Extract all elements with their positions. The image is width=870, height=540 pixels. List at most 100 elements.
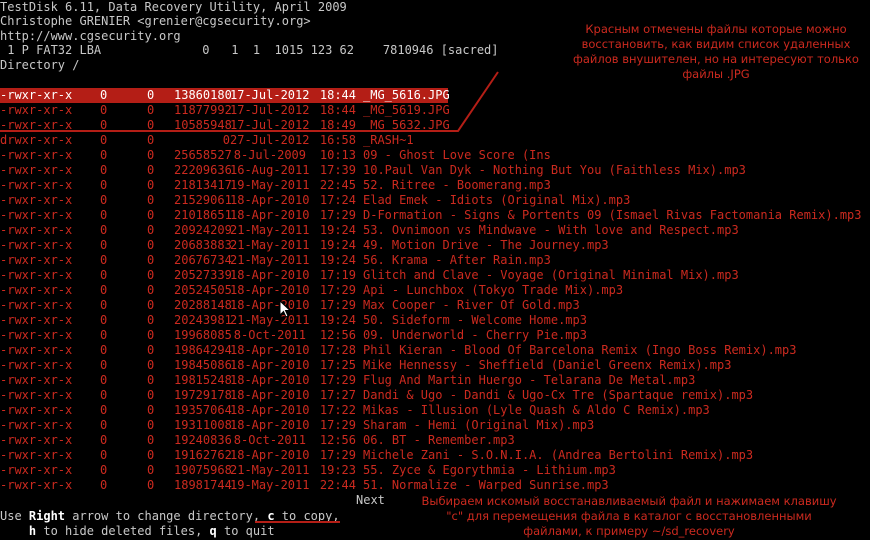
file-perm: -rwxr-xr-x (0, 193, 73, 207)
file-uid: 0 (100, 118, 108, 132)
help-text: to copy, (274, 509, 340, 523)
file-gid: 0 (147, 268, 155, 282)
file-row[interactable]: -rwxr-xr-x 0 0 13860180 17-Jul-2012 18:44 _MG_… (0, 88, 450, 103)
file-uid: 0 (100, 403, 108, 417)
file-uid: 0 (100, 358, 108, 372)
file-gid: 0 (147, 478, 155, 492)
app-title: TestDisk 6.11, Data Recovery Utility, Ap… (0, 0, 347, 14)
file-perm: -rwxr-xr-x (0, 103, 73, 117)
file-name: 09. Underworld - Cherry Pie.mp3 (363, 328, 587, 342)
file-name: Mike Hennessy - Sheffield (Daniel Greenx… (363, 358, 732, 372)
file-size: 19864294 (174, 343, 232, 357)
file-time: 17:24 (319, 193, 356, 207)
next-page-link[interactable]: Next (356, 493, 385, 508)
file-size: 19357064 (174, 403, 232, 417)
file-date: 18-Apr-2010 (230, 283, 310, 297)
file-name: Mikas - Illusion (Lyle Quash & Aldo C Re… (363, 403, 710, 417)
file-name: Sharam - Hemi (Original Mix).mp3 (363, 418, 595, 432)
file-date: 18-Apr-2010 (230, 343, 310, 357)
file-size: 21813417 (174, 178, 232, 192)
file-size: 19815248 (174, 373, 232, 387)
file-date: 17-Jul-2012 (230, 103, 310, 117)
file-date: 19-May-2011 (230, 478, 310, 492)
file-name: 51. Normalize - Warped Sunrise.mp3 (363, 478, 609, 492)
file-date: 18-Apr-2010 (230, 298, 310, 312)
file-date: 18-Apr-2010 (230, 418, 310, 432)
file-perm: -rwxr-xr-x (0, 178, 73, 192)
file-date: 17-Jul-2012 (230, 118, 310, 132)
file-date: 8-Oct-2011 (233, 328, 306, 342)
file-size: 13860180 (174, 88, 232, 102)
mouse-pointer-icon (279, 300, 291, 318)
file-perm: -rwxr-xr-x (0, 88, 73, 102)
file-size: 0 (222, 133, 230, 147)
file-name: 52. Ritree - Boomerang.mp3 (363, 178, 551, 192)
file-date: 18-Apr-2010 (230, 448, 310, 462)
file-name: Dandi & Ugo - Dandi & Ugo-Cx Tre (Sparta… (363, 388, 754, 402)
file-time: 18:49 (319, 118, 356, 132)
file-name: Flug And Martin Huergo - Telarana De Met… (363, 373, 696, 387)
file-uid: 0 (100, 208, 108, 222)
file-time: 17:22 (319, 403, 356, 417)
help-line-2: h to hide deleted files, q to quit (0, 524, 275, 539)
file-date: 18-Apr-2010 (230, 358, 310, 372)
key-copy: c (267, 509, 275, 523)
file-size: 19729178 (174, 388, 232, 402)
file-gid: 0 (147, 373, 155, 387)
file-date: 18-Apr-2010 (230, 388, 310, 402)
file-time: 17:27 (319, 388, 356, 402)
file-date: 8-Jul-2009 (233, 148, 306, 162)
annotation-bottom: Выбираем искомый восстанавливаемый файл … (421, 494, 837, 538)
file-uid: 0 (100, 103, 108, 117)
file-time: 17:19 (319, 268, 356, 282)
file-perm: -rwxr-xr-x (0, 148, 73, 162)
file-time: 17:25 (319, 358, 356, 372)
file-uid: 0 (100, 163, 108, 177)
file-size: 19162762 (174, 448, 232, 462)
file-time: 22:44 (319, 478, 356, 492)
file-name: _MG_5616.JPG (363, 88, 450, 102)
file-time: 17:29 (319, 298, 356, 312)
key-right: Right (28, 509, 66, 523)
file-time: 17:29 (319, 373, 356, 387)
file-name: 09 - Ghost Love Score (Ins (363, 148, 551, 162)
file-gid: 0 (147, 463, 155, 477)
file-name: 55. Zyce & Egorythmia - Lithium.mp3 (363, 463, 616, 477)
file-name: Max Cooper - River Of Gold.mp3 (363, 298, 580, 312)
file-gid: 0 (147, 133, 155, 147)
file-time: 19:24 (319, 313, 356, 327)
file-size: 11877992 (174, 103, 232, 117)
file-perm: drwxr-xr-x (0, 133, 73, 147)
file-perm: -rwxr-xr-x (0, 253, 73, 267)
file-date: 8-Oct-2011 (233, 433, 306, 447)
file-size: 19075968 (174, 463, 232, 477)
file-gid: 0 (147, 238, 155, 252)
file-perm: -rwxr-xr-x (0, 223, 73, 237)
file-gid: 0 (147, 313, 155, 327)
author-line: Christophe GRENIER <grenier@cgsecurity.o… (0, 14, 311, 28)
file-uid: 0 (100, 238, 108, 252)
file-time: 18:44 (319, 88, 356, 102)
file-uid: 0 (100, 433, 108, 447)
key-quit: q (209, 524, 217, 538)
file-size: 10585948 (174, 118, 232, 132)
file-uid: 0 (100, 388, 108, 402)
help-line-1: Use Right arrow to change directory, c t… (0, 509, 340, 524)
file-time: 19:24 (319, 223, 356, 237)
file-perm: -rwxr-xr-x (0, 268, 73, 282)
file-uid: 0 (100, 193, 108, 207)
file-size: 20524505 (174, 283, 232, 297)
file-perm: -rwxr-xr-x (0, 283, 73, 297)
file-gid: 0 (147, 433, 155, 447)
file-uid: 0 (100, 478, 108, 492)
file-gid: 0 (147, 163, 155, 177)
file-uid: 0 (100, 283, 108, 297)
file-date: 21-May-2011 (230, 238, 310, 252)
file-perm: -rwxr-xr-x (0, 208, 73, 222)
file-date: 19-May-2011 (230, 178, 310, 192)
file-date: 21-May-2011 (230, 223, 310, 237)
file-size: 21529061 (174, 193, 232, 207)
file-uid: 0 (100, 133, 108, 147)
file-date: 21-May-2011 (230, 463, 310, 477)
file-date: 18-Apr-2010 (230, 373, 310, 387)
